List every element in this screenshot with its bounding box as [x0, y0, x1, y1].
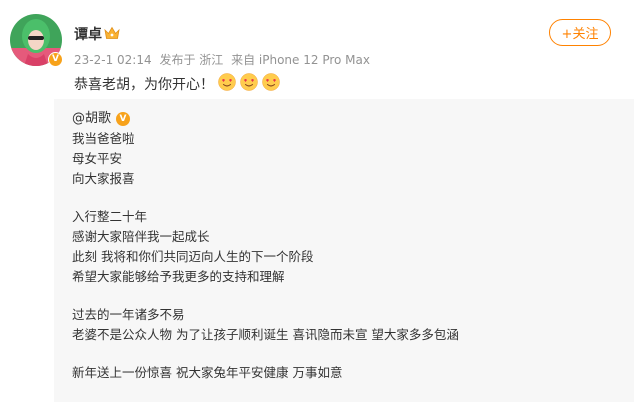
repost-line: 入行整二十年 — [72, 209, 148, 224]
repost-line: 老婆不是公众人物 为了让孩子顺利诞生 喜讯隐而未宣 望大家多多包涵 — [72, 327, 459, 342]
verified-badge-icon: V — [116, 112, 131, 126]
original-author-name[interactable]: @胡歌 — [72, 109, 111, 129]
post-time[interactable]: 23-2-1 02:14 — [74, 53, 152, 67]
follow-button[interactable]: +关注 — [549, 19, 611, 46]
repost-line: 过去的一年诸多不易 — [72, 307, 185, 322]
emoji-row — [214, 73, 280, 95]
post-location: 发布于 浙江 — [159, 53, 224, 67]
love-face-emoji-icon — [262, 73, 280, 91]
reposted-content[interactable]: @胡歌 V 我当爸爸啦母女平安向大家报喜入行整二十年感谢大家陪伴我一起成长此刻 … — [54, 99, 634, 402]
repost-line: 母女平安 — [72, 151, 123, 166]
repost-line: 此刻 我将和你们共同迈向人生的下一个阶段 — [72, 249, 314, 264]
love-face-emoji-icon — [240, 73, 258, 91]
repost-line: 感谢大家陪伴我一起成长 — [72, 229, 210, 244]
repost-line: 向大家报喜 — [72, 171, 135, 186]
post-meta: 23-2-1 02:14 发布于 浙江 来自 iPhone 12 Pro Max — [74, 51, 374, 68]
repost-line: 新年送上一份惊喜 祝大家兔年平安健康 万事如意 — [72, 365, 343, 380]
repost-body: @胡歌 V 我当爸爸啦母女平安向大家报喜入行整二十年感谢大家陪伴我一起成长此刻 … — [72, 109, 459, 383]
love-face-emoji-icon — [218, 73, 236, 91]
repost-line: 希望大家能够给予我更多的支持和理解 — [72, 269, 285, 284]
post-content: 恭喜老胡，为你开心！ — [74, 73, 280, 95]
verified-badge-icon: V — [48, 52, 63, 67]
repost-line: 我当爸爸啦 — [72, 131, 135, 146]
post-text: 恭喜老胡，为你开心！ — [74, 77, 214, 93]
author-name[interactable]: 谭卓 — [74, 24, 102, 44]
original-author[interactable]: @胡歌 V — [72, 109, 459, 129]
post-device: 来自 iPhone 12 Pro Max — [231, 53, 370, 67]
crown-icon — [104, 26, 120, 39]
